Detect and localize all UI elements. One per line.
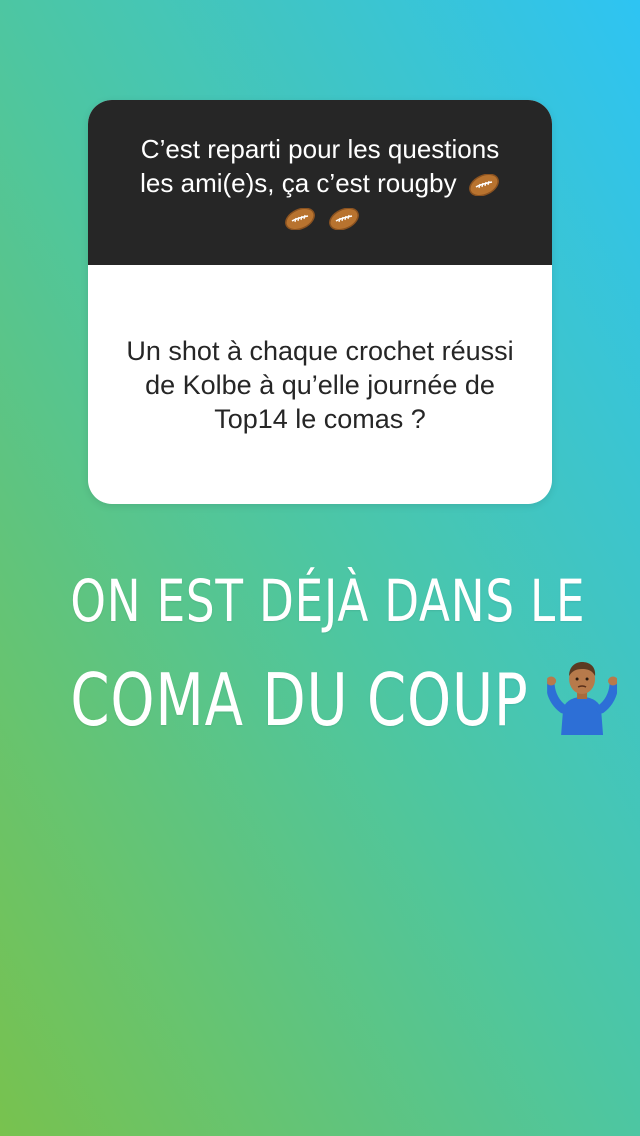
overlay-text-line-2-label: COMA DU COUP [70,658,529,742]
overlay-text-line-1[interactable]: ON EST DÉJÀ DANS LE [70,566,584,636]
story-canvas: C’est reparti pour les questions les ami… [0,0,640,1136]
rugby-ball-icon [328,207,360,230]
question-prompt: C’est reparti pour les questions les ami… [128,132,512,234]
rugby-ball-icon [284,207,316,230]
question-sticker[interactable]: C’est reparti pour les questions les ami… [88,100,552,504]
person-shrugging-icon [547,659,618,735]
question-prompt-text: C’est reparti pour les questions les ami… [140,133,500,198]
answer-text: Un shot à chaque crochet réussi de Kolbe… [126,335,514,434]
rugby-ball-icon [468,173,500,196]
answer-area: Un shot à chaque crochet réussi de Kolbe… [88,265,552,504]
overlay-text-line-2[interactable]: COMA DU COUP [70,658,618,742]
question-header: C’est reparti pour les questions les ami… [88,100,552,265]
